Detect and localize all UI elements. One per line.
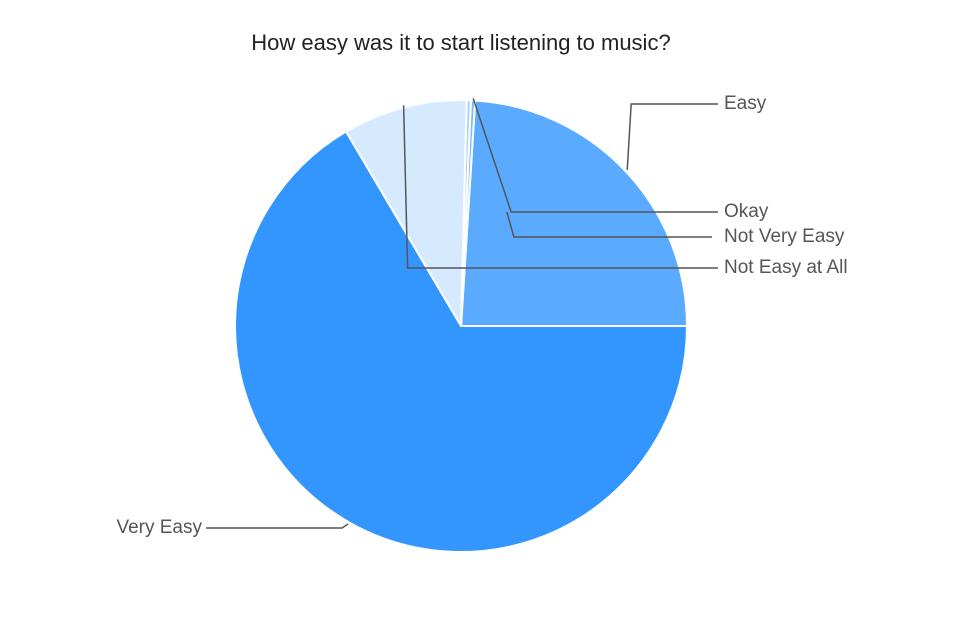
slice-label-okay: Okay [724,201,769,222]
slice-label-easy: Easy [724,93,767,114]
pie-svg: Easy Okay Not Very Easy Not Easy at All Very… [116,93,848,553]
leader-line-very-easy [206,523,349,529]
pie-slice-easy [459,99,689,327]
pie-chart: How easy was it to start listening to mu… [0,0,976,620]
slice-label-not-very-easy: Not Very Easy [724,226,845,247]
slice-label-not-easy-at-all: Not Easy at All [724,257,848,278]
pie-slices [234,99,689,553]
slice-label-very-easy: Very Easy [116,517,202,538]
leader-line-easy [626,103,718,170]
